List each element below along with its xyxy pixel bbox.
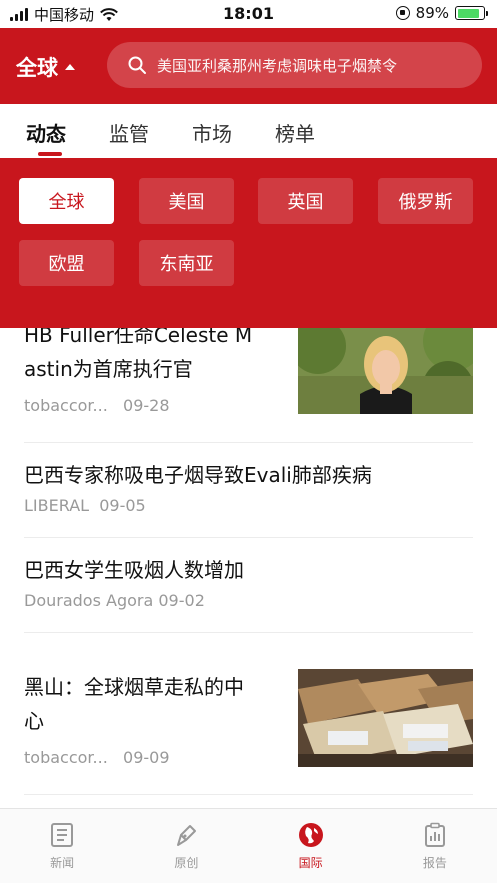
news-source: tobaccor...: [24, 396, 108, 415]
region-label: 全球: [16, 56, 58, 80]
bottom-tab-label: 报告: [422, 856, 447, 870]
region-chip-russia[interactable]: 俄罗斯: [378, 178, 473, 224]
region-chip-eu[interactable]: 欧盟: [19, 240, 114, 286]
news-icon: [51, 823, 74, 847]
search-bar[interactable]: 美国亚利桑那州考虑调味电子烟禁令: [107, 42, 482, 88]
bottom-tab-report[interactable]: 报告: [373, 809, 497, 883]
news-date: 09-02: [158, 591, 205, 610]
bottom-tab-international[interactable]: 国际: [249, 809, 373, 883]
region-chip-uk[interactable]: 英国: [258, 178, 353, 224]
tab-bangdan[interactable]: 榜单: [275, 104, 315, 158]
region-selector-button[interactable]: 全球: [16, 52, 75, 82]
status-bar: 中国移动 18:01 89%: [0, 0, 497, 28]
list-divider: [24, 794, 473, 795]
list-divider: [24, 537, 473, 538]
caret-up-icon: [65, 64, 75, 70]
battery-icon: [455, 6, 488, 20]
news-title: 巴西女学生吸烟人数增加: [24, 558, 244, 582]
tab-dongtai[interactable]: 动态: [26, 104, 66, 158]
news-thumbnail-boxes: [298, 669, 473, 767]
region-chip-usa[interactable]: 美国: [139, 178, 234, 224]
orientation-lock-icon: [395, 6, 410, 20]
report-icon: [424, 822, 445, 847]
news-date: 09-05: [99, 496, 146, 515]
bottom-tab-label: 新闻: [50, 856, 75, 870]
news-source: LIBERAL: [24, 496, 90, 515]
news-title: HB Fuller任命Celeste M astin为首席执行官: [24, 323, 253, 381]
region-chip-southeast-asia[interactable]: 东南亚: [139, 240, 234, 286]
search-icon: [128, 56, 146, 74]
bottom-tab-original[interactable]: 原创: [124, 809, 248, 883]
news-source: Dourados Agora: [24, 591, 154, 610]
news-date: 09-09: [123, 748, 170, 767]
news-title: 巴西专家称吸电子烟导致Evali肺部疾病: [24, 463, 372, 487]
news-meta: LIBERAL 09-05: [24, 496, 473, 515]
pen-icon: [177, 825, 197, 846]
bottom-tab-label: 原创: [174, 856, 199, 870]
news-item[interactable]: 巴西专家称吸电子烟导致Evali肺部疾病 LIBERAL 09-05: [24, 458, 473, 515]
battery-percent: 89%: [415, 4, 449, 22]
news-source: tobaccor...: [24, 748, 108, 767]
search-placeholder: 美国亚利桑那州考虑调味电子烟禁令: [157, 56, 398, 75]
news-meta: Dourados Agora 09-02: [24, 591, 473, 610]
tab-jianguan[interactable]: 监管: [109, 104, 149, 158]
globe-icon: [298, 823, 323, 847]
bottom-tab-news[interactable]: 新闻: [0, 809, 124, 883]
category-tabs: 动态 监管 市场 榜单: [0, 104, 497, 158]
app-header: 全球 美国亚利桑那州考虑调味电子烟禁令: [0, 28, 497, 104]
news-thumbnail-portrait: [298, 316, 473, 414]
news-item[interactable]: 巴西女学生吸烟人数增加 Dourados Agora 09-02: [24, 553, 473, 610]
news-title: 黑山：全球烟草走私的中 心: [24, 675, 244, 733]
list-divider: [24, 442, 473, 443]
news-date: 09-28: [123, 396, 170, 415]
region-filter-panel: 全球 美国 英国 俄罗斯 欧盟 东南亚: [0, 158, 497, 328]
tab-shichang[interactable]: 市场: [192, 104, 232, 158]
bottom-tab-label: 国际: [298, 856, 323, 870]
bottom-tab-bar: 新闻 原创 国际 报告: [0, 808, 497, 883]
region-chip-global[interactable]: 全球: [19, 178, 114, 224]
list-divider: [24, 632, 473, 633]
